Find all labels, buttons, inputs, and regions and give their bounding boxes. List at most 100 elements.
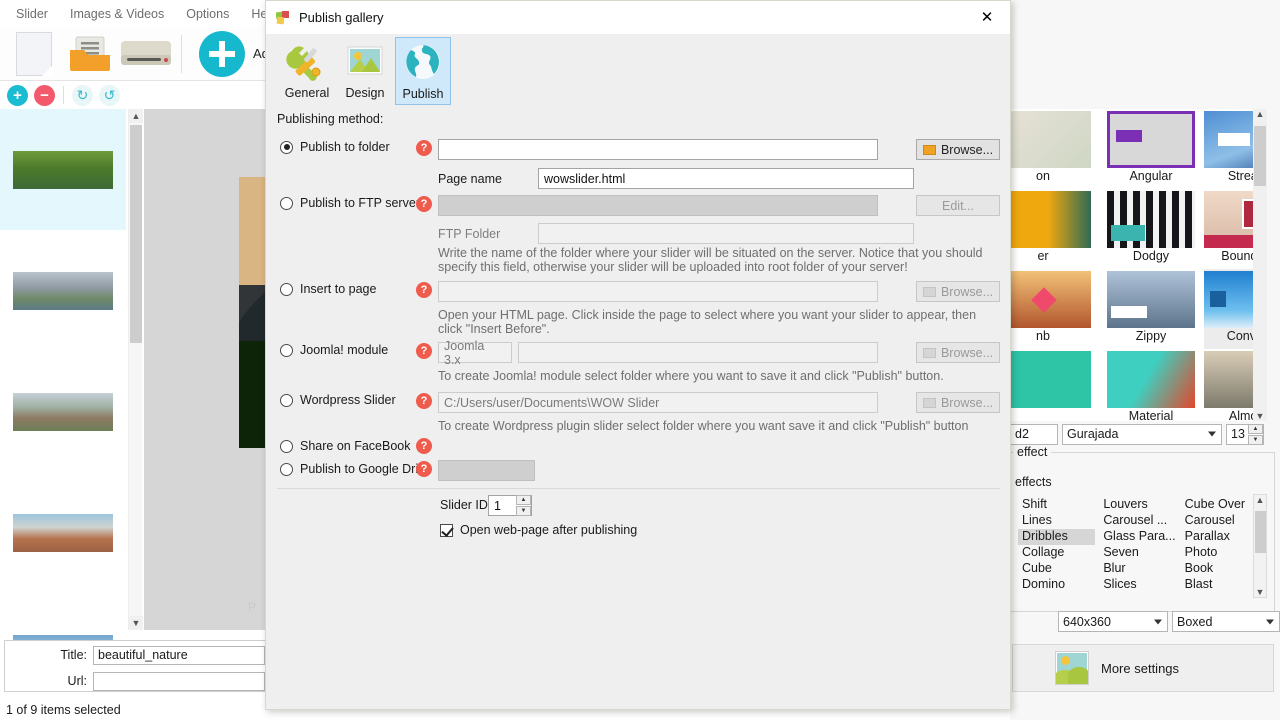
slider-size-select[interactable]: 640x360 bbox=[1058, 611, 1168, 632]
scrollbar-thumb[interactable] bbox=[1254, 126, 1266, 186]
template-gallery[interactable]: on Angular Stream er Dodgy bbox=[1010, 109, 1265, 421]
template-item[interactable]: Material bbox=[1107, 349, 1204, 421]
save-project-button[interactable] bbox=[118, 29, 174, 79]
layout-select[interactable]: Boxed bbox=[1172, 611, 1280, 632]
tab-general[interactable]: General bbox=[279, 37, 335, 105]
effect-item-lines[interactable]: Lines bbox=[1018, 513, 1095, 529]
list-item[interactable] bbox=[0, 109, 126, 230]
radio-publish-to-google-drive[interactable]: Publish to Google Drive bbox=[280, 462, 431, 476]
thumbnail-scrollbar[interactable]: ▲ ▼ bbox=[128, 109, 142, 630]
scroll-down-icon[interactable]: ▼ bbox=[1254, 587, 1266, 597]
publish-folder-path-input[interactable] bbox=[438, 139, 878, 160]
thumbnail-list[interactable] bbox=[0, 109, 128, 630]
effect-item-blast[interactable]: Blast bbox=[1181, 577, 1258, 593]
joomla-version-select[interactable]: Joomla 3.x bbox=[438, 342, 512, 363]
wordpress-browse-button[interactable]: Browse... bbox=[916, 392, 1000, 413]
stepper-down-icon[interactable]: ▼ bbox=[516, 506, 531, 516]
effect-item-carousel-2[interactable]: Carousel ... bbox=[1099, 513, 1176, 529]
scroll-up-icon[interactable]: ▲ bbox=[1254, 495, 1266, 505]
radio-share-on-facebook[interactable]: Share on FaceBook bbox=[280, 439, 411, 453]
scrollbar-thumb[interactable] bbox=[130, 125, 142, 343]
template-item[interactable]: er bbox=[1010, 189, 1107, 269]
radio-publish-to-ftp[interactable]: Publish to FTP server bbox=[280, 196, 420, 210]
help-icon[interactable]: ? bbox=[416, 393, 432, 409]
template-item[interactable]: Zippy bbox=[1107, 269, 1204, 349]
dialog-title-bar[interactable]: Publish gallery ✕ bbox=[266, 1, 1010, 34]
new-project-button[interactable] bbox=[6, 29, 62, 79]
stepper-down-icon[interactable]: ▼ bbox=[1248, 435, 1263, 445]
scroll-down-icon[interactable]: ▼ bbox=[1253, 411, 1267, 421]
effect-item-book[interactable]: Book bbox=[1181, 561, 1258, 577]
template-scrollbar[interactable]: ▲ ▼ bbox=[1253, 109, 1267, 421]
rotate-right-icon[interactable]: ↺ bbox=[99, 85, 120, 106]
effect-list[interactable]: Shift Louvers Cube Over Lines Carousel .… bbox=[1018, 497, 1258, 597]
radio-publish-to-folder[interactable]: Publish to folder bbox=[280, 140, 390, 154]
effect-item-shift[interactable]: Shift bbox=[1018, 497, 1095, 513]
effect-item-cube[interactable]: Cube bbox=[1018, 561, 1095, 577]
joomla-path-input[interactable] bbox=[518, 342, 878, 363]
help-icon[interactable]: ? bbox=[416, 343, 432, 359]
tab-design[interactable]: Design bbox=[337, 37, 393, 105]
remove-image-icon[interactable]: − bbox=[34, 85, 55, 106]
scrollbar-thumb[interactable] bbox=[1255, 511, 1266, 553]
close-icon[interactable]: ✕ bbox=[964, 1, 1010, 33]
effect-item-parallax[interactable]: Parallax bbox=[1181, 529, 1258, 545]
effect-item-louvers[interactable]: Louvers bbox=[1099, 497, 1176, 513]
menu-item-images-videos[interactable]: Images & Videos bbox=[60, 3, 174, 25]
radio-wordpress-slider[interactable]: Wordpress Slider bbox=[280, 393, 396, 407]
google-drive-account-select[interactable] bbox=[438, 460, 535, 481]
effect-item-collage[interactable]: Collage bbox=[1018, 545, 1095, 561]
help-icon[interactable]: ? bbox=[416, 282, 432, 298]
menu-item-options[interactable]: Options bbox=[176, 3, 239, 25]
tab-publish[interactable]: Publish bbox=[395, 37, 451, 105]
open-project-button[interactable] bbox=[62, 29, 118, 79]
template-item[interactable]: on bbox=[1010, 109, 1107, 189]
template-item[interactable]: nb bbox=[1010, 269, 1107, 349]
list-item[interactable] bbox=[0, 351, 126, 472]
help-icon[interactable]: ? bbox=[416, 438, 432, 454]
ftp-edit-button[interactable]: Edit... bbox=[916, 195, 1000, 216]
insert-page-path-input[interactable] bbox=[438, 281, 878, 302]
wordpress-path-input[interactable]: C:/Users/user/Documents\WOW Slider bbox=[438, 392, 878, 413]
effect-item-glass-parallax[interactable]: Glass Para... bbox=[1099, 529, 1176, 545]
insert-page-browse-button[interactable]: Browse... bbox=[916, 281, 1000, 302]
scroll-down-icon[interactable]: ▼ bbox=[129, 616, 143, 630]
slider-id-field[interactable]: d2 bbox=[1010, 424, 1058, 445]
stepper-up-icon[interactable]: ▲ bbox=[516, 495, 531, 505]
font-size-stepper[interactable]: 13 ▲ ▼ bbox=[1226, 424, 1264, 445]
help-icon[interactable]: ? bbox=[416, 461, 432, 477]
template-item[interactable]: Angular bbox=[1107, 109, 1204, 189]
title-input[interactable]: beautiful_nature bbox=[93, 646, 265, 665]
template-item[interactable] bbox=[1010, 349, 1107, 421]
page-name-input[interactable]: wowslider.html bbox=[538, 168, 914, 189]
effect-item-blur[interactable]: Blur bbox=[1099, 561, 1176, 577]
ftp-server-select[interactable] bbox=[438, 195, 878, 216]
effect-item-dribbles[interactable]: Dribbles bbox=[1018, 529, 1095, 545]
radio-insert-to-page[interactable]: Insert to page bbox=[280, 282, 376, 296]
effect-item-domino[interactable]: Domino bbox=[1018, 577, 1095, 593]
slider-id-stepper[interactable]: 1 ▲ ▼ bbox=[488, 495, 532, 516]
template-item[interactable]: Dodgy bbox=[1107, 189, 1204, 269]
browse-folder-button[interactable]: Browse... bbox=[916, 139, 1000, 160]
url-input[interactable] bbox=[93, 672, 265, 691]
help-icon[interactable]: ? bbox=[416, 140, 432, 156]
radio-joomla-module[interactable]: Joomla! module bbox=[280, 343, 388, 357]
menu-item-slider[interactable]: Slider bbox=[6, 3, 58, 25]
rotate-left-icon[interactable]: ↻ bbox=[72, 85, 93, 106]
ftp-folder-input[interactable] bbox=[538, 223, 914, 244]
effect-item-slices[interactable]: Slices bbox=[1099, 577, 1176, 593]
help-icon[interactable]: ? bbox=[416, 196, 432, 212]
joomla-browse-button[interactable]: Browse... bbox=[916, 342, 1000, 363]
scroll-up-icon[interactable]: ▲ bbox=[129, 109, 143, 123]
effect-item-carousel[interactable]: Carousel bbox=[1181, 513, 1258, 529]
effect-item-seven[interactable]: Seven bbox=[1099, 545, 1176, 561]
font-family-select[interactable]: Gurajada bbox=[1062, 424, 1222, 445]
open-webpage-checkbox-row[interactable]: Open web-page after publishing bbox=[440, 523, 637, 537]
add-image-icon[interactable]: + bbox=[7, 85, 28, 106]
list-item[interactable] bbox=[0, 472, 126, 593]
scroll-up-icon[interactable]: ▲ bbox=[1253, 109, 1267, 119]
effect-scrollbar[interactable]: ▲ ▼ bbox=[1253, 494, 1267, 598]
checkbox-icon[interactable] bbox=[440, 524, 453, 537]
more-settings-button[interactable]: More settings bbox=[1012, 644, 1274, 692]
effect-item-photo[interactable]: Photo bbox=[1181, 545, 1258, 561]
